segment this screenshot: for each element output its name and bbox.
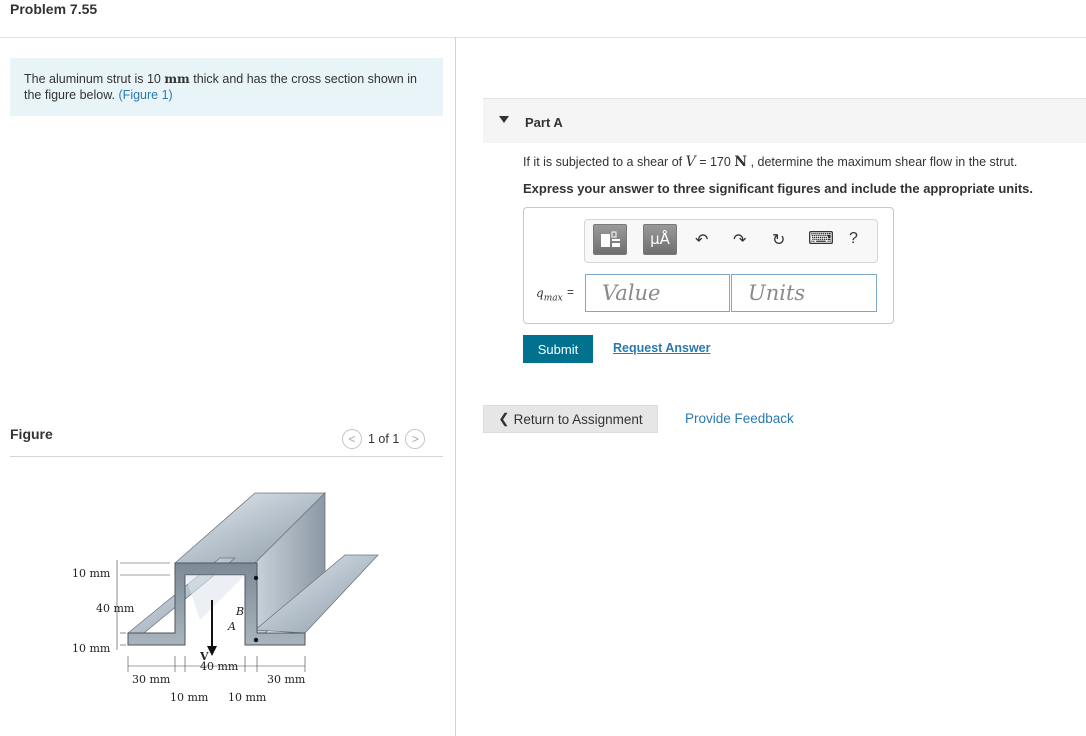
- problem-title: Problem 7.55: [10, 1, 98, 17]
- chevron-left-icon: ❮: [498, 411, 510, 426]
- prev-figure-button[interactable]: <: [342, 429, 362, 449]
- keyboard-icon[interactable]: ⌨: [808, 228, 834, 249]
- part-header[interactable]: [483, 99, 1086, 143]
- figure-divider: [10, 456, 443, 457]
- reset-icon[interactable]: ↻: [772, 230, 785, 249]
- templates-icon: [601, 231, 620, 247]
- answer-equals: =: [567, 285, 575, 299]
- undo-icon[interactable]: ↶: [695, 230, 708, 249]
- figure-pager: < 1 of 1 >: [342, 428, 426, 450]
- dim-lower-left-label: 10 mm: [170, 691, 209, 704]
- point-a-label: A: [227, 620, 236, 633]
- dim-mid-label: 40 mm: [96, 602, 135, 615]
- problem-intro: The aluminum strut is 10 mm thick and ha…: [10, 58, 443, 116]
- return-label: Return to Assignment: [513, 411, 643, 427]
- point-b-label: B: [235, 605, 244, 618]
- figure-heading: Figure: [10, 426, 53, 442]
- header-divider: [0, 37, 1086, 38]
- request-answer-link[interactable]: Request Answer: [613, 341, 710, 355]
- question-var: V: [685, 154, 696, 170]
- question-suffix: , determine the maximum shear flow in th…: [747, 155, 1018, 169]
- help-icon[interactable]: ?: [849, 230, 858, 248]
- dim-lower-right-label: 10 mm: [228, 691, 267, 704]
- question-unit: N: [734, 154, 748, 170]
- question-prefix: If it is subjected to a shear of: [523, 155, 686, 169]
- templates-button[interactable]: [593, 224, 627, 255]
- dim-base-center-label: 40 mm: [200, 660, 239, 673]
- question-eq: = 170: [695, 155, 735, 169]
- dim-base-right-label: 30 mm: [267, 673, 306, 686]
- answer-variable: qmax: [536, 286, 563, 304]
- symbols-button[interactable]: μÅ: [643, 224, 677, 255]
- answer-instruction: Express your answer to three significant…: [523, 181, 1033, 196]
- dim-top-label: 10 mm: [72, 567, 111, 580]
- next-figure-button[interactable]: >: [405, 429, 426, 449]
- value-input[interactable]: [585, 274, 730, 312]
- strut-figure: V B A 10 mm 40 mm 10 mm 40 mm 30 mm 30 m…: [72, 492, 379, 704]
- submit-button[interactable]: Submit: [523, 335, 593, 363]
- intro-unit: mm: [164, 72, 190, 86]
- figure-link[interactable]: (Figure 1): [119, 88, 173, 102]
- units-input[interactable]: [731, 274, 877, 312]
- collapse-triangle-icon[interactable]: [499, 116, 509, 123]
- intro-text-1: The aluminum strut is 10: [24, 72, 165, 86]
- question-text: If it is subjected to a shear of V = 170…: [523, 154, 1017, 170]
- dim-base-left-label: 30 mm: [132, 673, 171, 686]
- provide-feedback-link[interactable]: Provide Feedback: [685, 411, 794, 426]
- return-to-assignment-button[interactable]: ❮ Return to Assignment: [483, 405, 658, 433]
- redo-icon[interactable]: ↷: [733, 230, 746, 249]
- figure-position: 1 of 1: [368, 432, 400, 446]
- dim-bottom-label: 10 mm: [72, 642, 111, 655]
- pane-divider[interactable]: [455, 37, 456, 736]
- part-title: Part A: [525, 115, 563, 130]
